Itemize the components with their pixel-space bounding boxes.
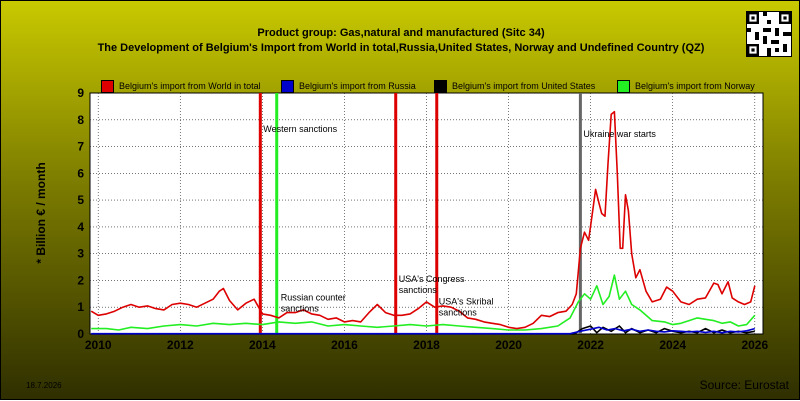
y-tick-label: 3: [77, 247, 84, 261]
x-tick-label: 2024: [659, 338, 686, 352]
chart-frame: Product group: Gas,natural and manufactu…: [0, 0, 800, 400]
y-tick-label: 5: [77, 193, 84, 207]
y-tick-label: 8: [77, 113, 84, 127]
y-tick-label: 2: [77, 273, 84, 287]
x-tick-label: 2016: [331, 338, 358, 352]
generation-date: 18.7.2026: [26, 381, 62, 390]
y-tick-label: 6: [77, 166, 84, 180]
y-tick-label: 9: [77, 86, 84, 100]
x-tick-label: 2020: [495, 338, 522, 352]
x-tick-label: 2012: [167, 338, 194, 352]
y-tick-label: 4: [77, 220, 84, 234]
y-tick-label: 0: [77, 327, 84, 341]
plot-area: 0 1 2 3 4 5 6 7 8 9 2010 2012 2014 2016 2018 2020 2022 20…: [77, 86, 768, 352]
x-tick-label: 2026: [741, 338, 768, 352]
x-tick-label: 2022: [577, 338, 604, 352]
x-tick-label: 2018: [413, 338, 440, 352]
event-label: Ukraine war starts: [583, 129, 656, 139]
y-tick-label: 7: [77, 140, 84, 154]
x-tick-label: 2014: [249, 338, 276, 352]
x-tick-label: 2010: [85, 338, 112, 352]
event-label: Western sanctions: [263, 124, 337, 134]
source-credit: Source: Eurostat: [699, 378, 789, 392]
y-tick-label: 1: [77, 300, 84, 314]
